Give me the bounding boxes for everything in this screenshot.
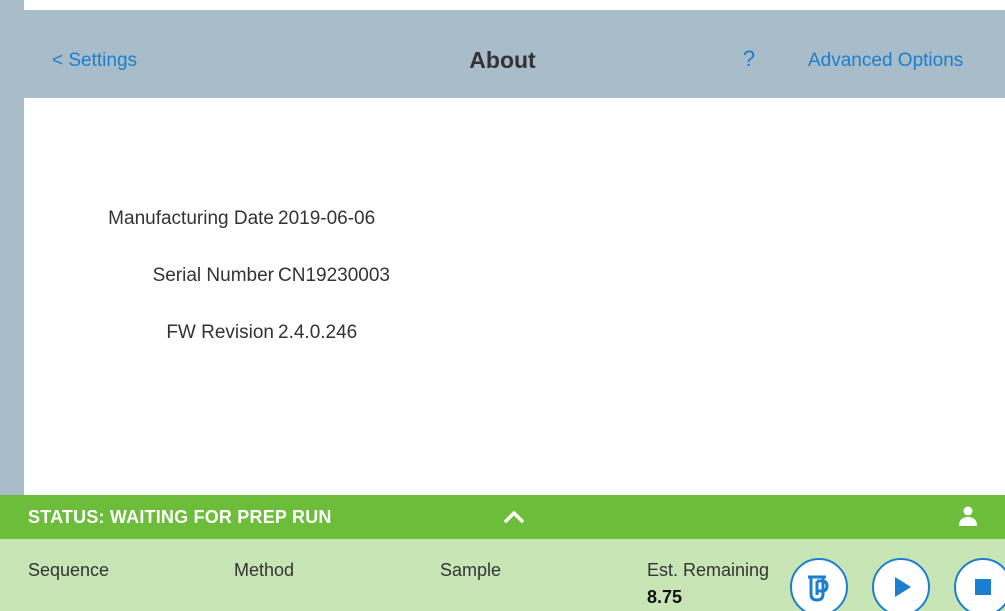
top-strip	[0, 0, 1005, 10]
stop-icon	[975, 579, 991, 595]
advanced-options-link[interactable]: Advanced Options	[808, 50, 963, 72]
help-button[interactable]: ?	[738, 46, 760, 72]
method-label: Method	[234, 560, 295, 580]
info-value: 2019-06-06	[278, 208, 376, 229]
info-label: Manufacturing Date	[108, 208, 274, 229]
prep-run-button[interactable]	[790, 558, 848, 611]
header-bar: < Settings About ? Advanced Options	[0, 10, 1005, 98]
info-label: Serial Number	[152, 265, 274, 286]
user-icon[interactable]	[957, 505, 979, 527]
info-value: CN19230003	[278, 265, 390, 286]
info-value: 2.4.0.246	[278, 322, 358, 343]
info-row-serial-number: Serial Number CN19230003	[24, 265, 1005, 295]
status-text: STATUS: WAITING FOR PREP RUN	[28, 507, 332, 527]
status-bar: STATUS: WAITING FOR PREP RUN	[0, 495, 1005, 539]
info-row-fw-revision: FW Revision 2.4.0.246	[24, 322, 1005, 352]
prep-tube-icon	[808, 575, 829, 602]
sequence-label: Sequence	[28, 560, 110, 580]
play-button[interactable]	[872, 558, 930, 611]
sample-label: Sample	[440, 560, 502, 580]
run-info-bar: Sequence Method Sample Est. Remaining 8.…	[0, 539, 1005, 611]
about-panel: Manufacturing Date 2019-06-06 Serial Num…	[24, 98, 1005, 495]
est-remaining-value: 8.75	[647, 587, 683, 607]
info-row-manufacturing-date: Manufacturing Date 2019-06-06	[24, 208, 1005, 238]
stop-button[interactable]	[954, 558, 1005, 611]
chevron-up-icon[interactable]	[502, 505, 526, 529]
frame-left-border	[0, 0, 24, 495]
est-remaining-label: Est. Remaining	[647, 560, 770, 580]
info-label: FW Revision	[166, 322, 274, 343]
play-icon	[895, 577, 911, 597]
